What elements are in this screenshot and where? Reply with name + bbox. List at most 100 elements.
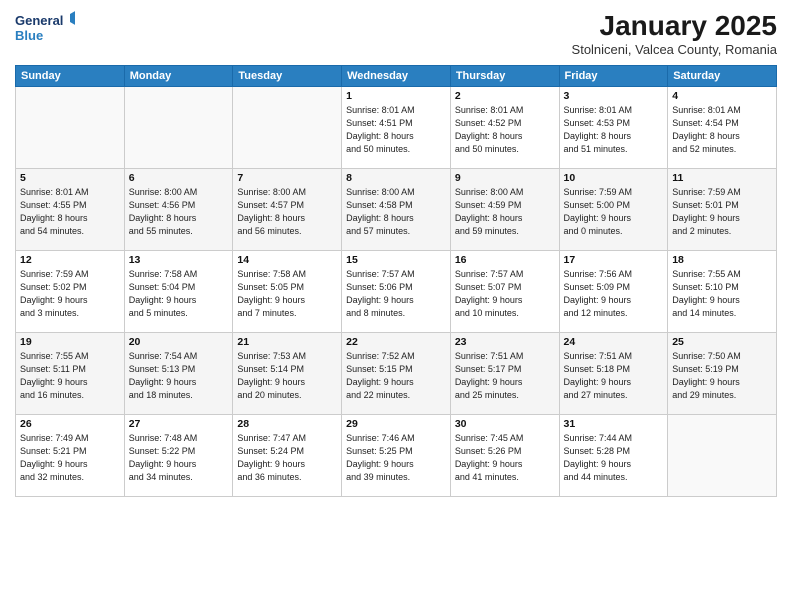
day-info: Sunrise: 7:58 AMSunset: 5:05 PMDaylight:… [237,268,337,320]
logo: General Blue [15,10,75,46]
day-cell: 9 Sunrise: 8:00 AMSunset: 4:59 PMDaylight… [450,169,559,251]
day-info: Sunrise: 7:52 AMSunset: 5:15 PMDaylight:… [346,350,446,402]
weekday-header-friday: Friday [559,66,668,87]
day-number: 16 [455,254,555,266]
day-cell: 6 Sunrise: 8:00 AMSunset: 4:56 PMDaylight… [124,169,233,251]
day-info: Sunrise: 7:44 AMSunset: 5:28 PMDaylight:… [564,432,664,484]
day-number: 15 [346,254,446,266]
day-number: 10 [564,172,664,184]
day-info: Sunrise: 7:58 AMSunset: 5:04 PMDaylight:… [129,268,229,320]
day-cell: 12 Sunrise: 7:59 AMSunset: 5:02 PMDayligh… [16,251,125,333]
day-cell: 4 Sunrise: 8:01 AMSunset: 4:54 PMDaylight… [668,87,777,169]
weekday-header-wednesday: Wednesday [342,66,451,87]
calendar-page: General Blue January 2025 Stolniceni, Va… [0,0,792,612]
day-number: 27 [129,418,229,430]
day-cell: 22 Sunrise: 7:52 AMSunset: 5:15 PMDayligh… [342,333,451,415]
day-cell [668,415,777,497]
day-info: Sunrise: 8:01 AMSunset: 4:53 PMDaylight:… [564,104,664,156]
day-cell: 1Sunrise: 8:01 AMSunset: 4:51 PMDaylight… [342,87,451,169]
day-cell: 21Sunrise: 7:53 AMSunset: 5:14 PMDayligh… [233,333,342,415]
day-cell: 8Sunrise: 8:00 AMSunset: 4:58 PMDaylight… [342,169,451,251]
day-cell: 5Sunrise: 8:01 AMSunset: 4:55 PMDaylight… [16,169,125,251]
day-number: 23 [455,336,555,348]
svg-text:General: General [15,13,63,28]
day-info: Sunrise: 7:46 AMSunset: 5:25 PMDaylight:… [346,432,446,484]
day-info: Sunrise: 7:57 AMSunset: 5:06 PMDaylight:… [346,268,446,320]
day-info: Sunrise: 7:55 AMSunset: 5:10 PMDaylight:… [672,268,772,320]
week-row-1: 1Sunrise: 8:01 AMSunset: 4:51 PMDaylight… [16,87,777,169]
day-number: 22 [346,336,446,348]
day-cell: 19 Sunrise: 7:55 AMSunset: 5:11 PMDayligh… [16,333,125,415]
day-info: Sunrise: 7:51 AMSunset: 5:17 PMDaylight:… [455,350,555,402]
day-number: 30 [455,418,555,430]
week-row-2: 5Sunrise: 8:01 AMSunset: 4:55 PMDaylight… [16,169,777,251]
day-number: 14 [237,254,337,266]
day-cell: 23 Sunrise: 7:51 AMSunset: 5:17 PMDayligh… [450,333,559,415]
day-number: 12 [20,254,120,266]
day-number: 9 [455,172,555,184]
day-cell: 2Sunrise: 8:01 AMSunset: 4:52 PMDaylight… [450,87,559,169]
day-cell: 20 Sunrise: 7:54 AMSunset: 5:13 PMDayligh… [124,333,233,415]
svg-text:Blue: Blue [15,28,43,43]
weekday-header-sunday: Sunday [16,66,125,87]
day-number: 21 [237,336,337,348]
day-info: Sunrise: 8:01 AMSunset: 4:52 PMDaylight:… [455,104,555,156]
month-title: January 2025 [572,10,777,42]
day-info: Sunrise: 8:00 AMSunset: 4:57 PMDaylight:… [237,186,337,238]
day-cell: 14 Sunrise: 7:58 AMSunset: 5:05 PMDayligh… [233,251,342,333]
day-info: Sunrise: 8:00 AMSunset: 4:58 PMDaylight:… [346,186,446,238]
weekday-header-monday: Monday [124,66,233,87]
day-info: Sunrise: 7:45 AMSunset: 5:26 PMDaylight:… [455,432,555,484]
day-cell: 28Sunrise: 7:47 AMSunset: 5:24 PMDayligh… [233,415,342,497]
weekday-header-tuesday: Tuesday [233,66,342,87]
day-cell [16,87,125,169]
day-info: Sunrise: 7:50 AMSunset: 5:19 PMDaylight:… [672,350,772,402]
day-cell: 24Sunrise: 7:51 AMSunset: 5:18 PMDayligh… [559,333,668,415]
day-cell: 30 Sunrise: 7:45 AMSunset: 5:26 PMDayligh… [450,415,559,497]
day-cell: 25Sunrise: 7:50 AMSunset: 5:19 PMDayligh… [668,333,777,415]
day-cell: 27 Sunrise: 7:48 AMSunset: 5:22 PMDayligh… [124,415,233,497]
day-info: Sunrise: 7:49 AMSunset: 5:21 PMDaylight:… [20,432,120,484]
day-info: Sunrise: 7:55 AMSunset: 5:11 PMDaylight:… [20,350,120,402]
day-info: Sunrise: 7:47 AMSunset: 5:24 PMDaylight:… [237,432,337,484]
header: General Blue January 2025 Stolniceni, Va… [15,10,777,57]
day-info: Sunrise: 7:57 AMSunset: 5:07 PMDaylight:… [455,268,555,320]
day-info: Sunrise: 8:01 AMSunset: 4:55 PMDaylight:… [20,186,120,238]
day-number: 7 [237,172,337,184]
day-info: Sunrise: 7:54 AMSunset: 5:13 PMDaylight:… [129,350,229,402]
day-cell: 10 Sunrise: 7:59 AMSunset: 5:00 PMDayligh… [559,169,668,251]
day-number: 4 [672,90,772,102]
day-cell: 29 Sunrise: 7:46 AMSunset: 5:25 PMDayligh… [342,415,451,497]
day-number: 26 [20,418,120,430]
day-number: 3 [564,90,664,102]
day-info: Sunrise: 7:59 AMSunset: 5:00 PMDaylight:… [564,186,664,238]
title-block: January 2025 Stolniceni, Valcea County, … [572,10,777,57]
week-row-5: 26 Sunrise: 7:49 AMSunset: 5:21 PMDayligh… [16,415,777,497]
day-number: 31 [564,418,664,430]
weekday-header-thursday: Thursday [450,66,559,87]
day-cell: 17 Sunrise: 7:56 AMSunset: 5:09 PMDayligh… [559,251,668,333]
day-cell: 3 Sunrise: 8:01 AMSunset: 4:53 PMDaylight… [559,87,668,169]
day-info: Sunrise: 7:59 AMSunset: 5:01 PMDaylight:… [672,186,772,238]
day-number: 29 [346,418,446,430]
day-info: Sunrise: 7:59 AMSunset: 5:02 PMDaylight:… [20,268,120,320]
day-number: 18 [672,254,772,266]
day-number: 17 [564,254,664,266]
day-cell: 26 Sunrise: 7:49 AMSunset: 5:21 PMDayligh… [16,415,125,497]
day-number: 19 [20,336,120,348]
weekday-header-row: SundayMondayTuesdayWednesdayThursdayFrid… [16,66,777,87]
calendar-table: SundayMondayTuesdayWednesdayThursdayFrid… [15,65,777,497]
day-number: 20 [129,336,229,348]
day-cell: 16 Sunrise: 7:57 AMSunset: 5:07 PMDayligh… [450,251,559,333]
day-info: Sunrise: 8:01 AMSunset: 4:54 PMDaylight:… [672,104,772,156]
day-cell: 31 Sunrise: 7:44 AMSunset: 5:28 PMDayligh… [559,415,668,497]
day-info: Sunrise: 8:00 AMSunset: 4:59 PMDaylight:… [455,186,555,238]
day-info: Sunrise: 7:48 AMSunset: 5:22 PMDaylight:… [129,432,229,484]
day-number: 13 [129,254,229,266]
day-info: Sunrise: 8:01 AMSunset: 4:51 PMDaylight:… [346,104,446,156]
day-info: Sunrise: 8:00 AMSunset: 4:56 PMDaylight:… [129,186,229,238]
day-number: 6 [129,172,229,184]
day-cell [124,87,233,169]
day-info: Sunrise: 7:56 AMSunset: 5:09 PMDaylight:… [564,268,664,320]
day-cell: 18 Sunrise: 7:55 AMSunset: 5:10 PMDayligh… [668,251,777,333]
